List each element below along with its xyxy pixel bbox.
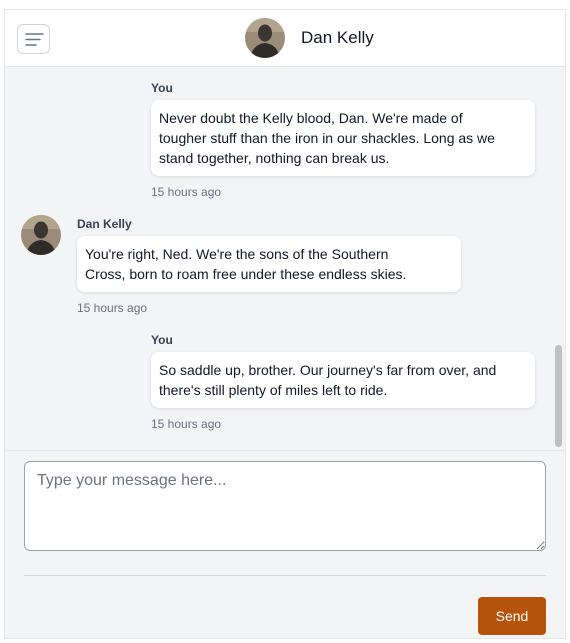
message-sender: You (151, 81, 173, 95)
message-incoming: Dan Kelly You're right, Ned. We're the s… (77, 216, 461, 316)
message-text-line: Never doubt the Kelly blood, Dan. We're … (159, 110, 463, 126)
contact-info: Dan Kelly (245, 18, 374, 58)
message-text-line: stand together, nothing can break us. (159, 150, 390, 166)
divider (24, 575, 546, 576)
chat-window: Dan Kelly You Never doubt the Kelly bloo… (4, 9, 566, 639)
sender-avatar (21, 215, 61, 255)
menu-button[interactable] (17, 24, 50, 54)
message-text-line: Cross, born to roam free under these end… (85, 266, 407, 282)
contact-name: Dan Kelly (301, 28, 374, 47)
message-text-line: So saddle up, brother. Our journey's far… (159, 362, 497, 378)
scrollbar-thumb[interactable] (555, 345, 562, 447)
message-text-line: there's still plenty of miles left to ri… (159, 382, 388, 398)
message-outgoing: You So saddle up, brother. Our journey's… (151, 332, 535, 432)
message-outgoing: You Never doubt the Kelly blood, Dan. We… (151, 80, 535, 200)
message-timestamp: 15 hours ago (151, 417, 222, 431)
message-bubble: You're right, Ned. We're the sons of the… (77, 236, 461, 292)
message-bubble: Never doubt the Kelly blood, Dan. We're … (151, 100, 535, 176)
message-list: You Never doubt the Kelly blood, Dan. We… (5, 67, 550, 450)
menu-icon (25, 33, 44, 46)
message-sender: Dan Kelly (77, 217, 132, 231)
message-composer: Send (5, 450, 565, 638)
message-text-line: tougher stuff than the iron in our shack… (159, 130, 495, 146)
message-input[interactable] (24, 461, 546, 551)
message-scrollbar[interactable] (551, 67, 565, 450)
message-timestamp: 15 hours ago (151, 185, 222, 199)
contact-avatar (245, 18, 285, 58)
chat-header: Dan Kelly (5, 10, 565, 67)
message-text-line: You're right, Ned. We're the sons of the… (85, 246, 389, 262)
message-timestamp: 15 hours ago (77, 301, 148, 315)
send-button[interactable]: Send (478, 597, 546, 635)
message-bubble: So saddle up, brother. Our journey's far… (151, 352, 535, 408)
message-sender: You (151, 333, 173, 347)
